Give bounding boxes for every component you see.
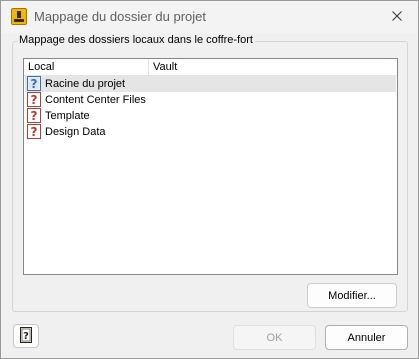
list-item[interactable]: ? Design Data bbox=[25, 124, 396, 140]
window-title: Mappage du dossier du projet bbox=[34, 9, 207, 24]
dialog-window: Mappage du dossier du projet Mappage des… bbox=[0, 0, 419, 359]
svg-text:?: ? bbox=[31, 93, 38, 107]
list-item-label: Design Data bbox=[45, 126, 106, 138]
title-bar[interactable]: Mappage du dossier du projet bbox=[1, 1, 418, 33]
list-item-label: Content Center Files bbox=[45, 94, 146, 106]
list-item[interactable]: ? Racine du projet bbox=[25, 76, 396, 92]
list-header: Local Vault bbox=[24, 59, 397, 76]
column-header-vault[interactable]: Vault bbox=[149, 59, 299, 75]
cancel-button[interactable]: Annuler bbox=[325, 325, 408, 350]
group-title: Mappage des dossiers locaux dans le coff… bbox=[17, 34, 255, 46]
autodesk-vault-icon bbox=[11, 8, 27, 25]
help-button[interactable]: ? bbox=[13, 324, 39, 348]
question-red-icon: ? bbox=[27, 108, 42, 123]
svg-text:?: ? bbox=[31, 77, 38, 91]
question-blue-icon: ? bbox=[27, 76, 42, 91]
list-item-label: Template bbox=[45, 110, 90, 122]
close-icon bbox=[392, 10, 402, 24]
svg-text:?: ? bbox=[31, 109, 38, 123]
modify-button[interactable]: Modifier... bbox=[307, 283, 397, 308]
list-item[interactable]: ? Template bbox=[25, 108, 396, 124]
ok-button[interactable]: OK bbox=[233, 325, 316, 350]
close-button[interactable] bbox=[383, 5, 411, 29]
list-item-label: Racine du projet bbox=[45, 78, 126, 90]
column-header-local[interactable]: Local bbox=[24, 59, 149, 75]
question-red-icon: ? bbox=[27, 92, 42, 107]
question-red-icon: ? bbox=[27, 124, 42, 139]
folder-mapping-list[interactable]: Local Vault ? Racine du projet ? Content… bbox=[23, 58, 398, 275]
list-item[interactable]: ? Content Center Files bbox=[25, 92, 396, 108]
svg-text:?: ? bbox=[31, 125, 38, 139]
svg-text:?: ? bbox=[23, 331, 29, 342]
help-book-icon: ? bbox=[19, 326, 33, 346]
